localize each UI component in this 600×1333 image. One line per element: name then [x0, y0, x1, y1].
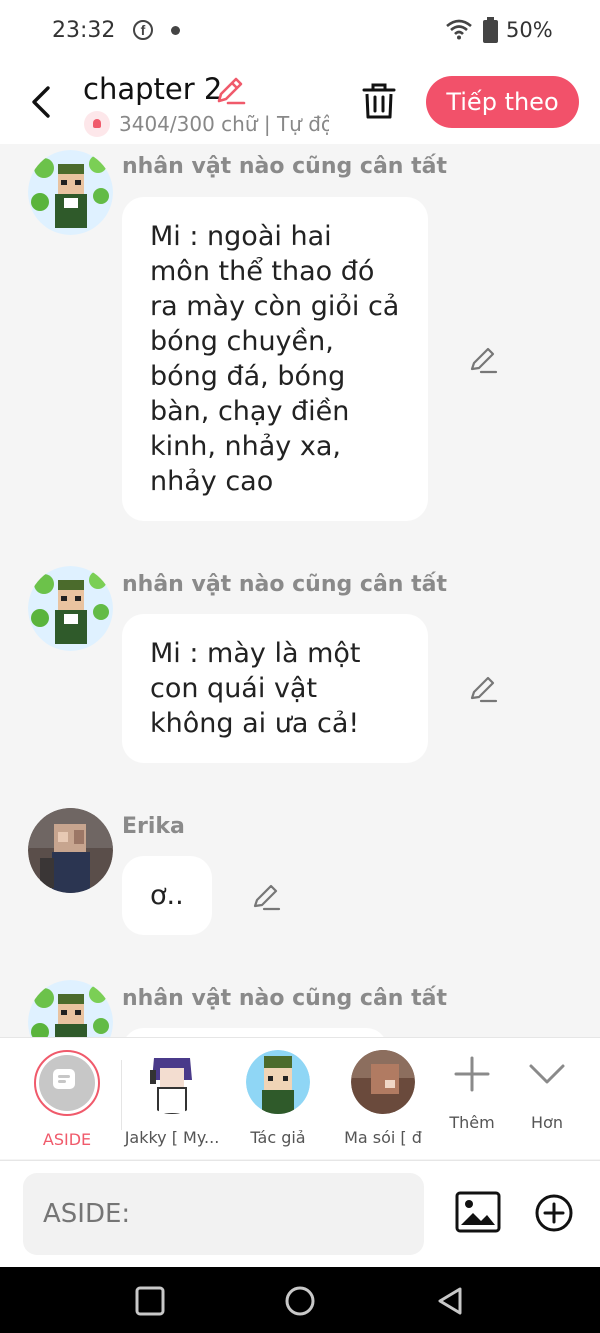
- avatar: [246, 1050, 310, 1114]
- avatar[interactable]: [28, 566, 113, 651]
- wifi-icon: [446, 19, 472, 40]
- aside-icon: [34, 1050, 100, 1116]
- trash-button[interactable]: [360, 80, 398, 122]
- message-bubble[interactable]: Mi : mày là một con quái vật không ai ưa…: [122, 614, 428, 763]
- bell-icon: [84, 111, 110, 137]
- status-time: 23:32: [52, 18, 116, 43]
- word-count: 3404/300 chữ | Tự độ: [119, 112, 329, 136]
- avatar[interactable]: [28, 808, 113, 893]
- facebook-icon: f: [133, 20, 153, 40]
- avatar: [351, 1050, 415, 1114]
- character-name: nhân vật nào cũng cân tất: [122, 572, 447, 597]
- home-icon[interactable]: [284, 1285, 316, 1317]
- chevron-down-icon: [529, 1064, 565, 1084]
- battery-icon: [483, 17, 498, 43]
- system-nav-bar: [0, 1267, 600, 1333]
- message-input[interactable]: [23, 1173, 424, 1255]
- next-button[interactable]: Tiếp theo: [426, 76, 579, 128]
- character-werewolf[interactable]: Ma sói [ đ: [333, 1050, 433, 1147]
- dot-icon: [171, 26, 180, 35]
- add-circle-icon[interactable]: [534, 1193, 574, 1233]
- character-name: Erika: [122, 814, 185, 839]
- message-bubble[interactable]: [122, 1028, 388, 1037]
- plus-icon: [454, 1056, 490, 1092]
- back-icon[interactable]: [434, 1285, 466, 1317]
- message-bubble[interactable]: ơ..: [122, 856, 212, 935]
- chat-area: nhân vật nào cũng cân tất Mi : ngoài hai…: [0, 144, 600, 1037]
- input-bar: [0, 1160, 600, 1267]
- message-bubble[interactable]: Mi : ngoài hai môn thể thao đó ra mày cò…: [122, 197, 428, 521]
- status-bar: 23:32 f 50%: [0, 0, 600, 62]
- character-label: Jakky [ My...: [124, 1128, 220, 1147]
- character-selector: ASIDE Jakky [ My... Tác giả Ma sói [đ T…: [0, 1037, 600, 1159]
- chapter-title: chapter 2: [83, 72, 223, 106]
- battery-percent: 50%: [506, 18, 553, 42]
- character-label: Tác giả: [250, 1128, 306, 1147]
- more-button[interactable]: Hơn: [497, 1050, 597, 1132]
- back-button[interactable]: [22, 80, 62, 124]
- image-icon[interactable]: [455, 1191, 501, 1233]
- character-aside[interactable]: ASIDE: [17, 1050, 117, 1149]
- pencil-icon[interactable]: [214, 74, 246, 106]
- editor-header: chapter 2 3404/300 chữ | Tự độ Tiếp theo: [0, 62, 600, 144]
- pencil-icon[interactable]: [251, 881, 281, 911]
- avatar[interactable]: [28, 150, 113, 235]
- character-label: Ma sói [ đ: [344, 1128, 422, 1147]
- character-label: Hơn: [531, 1113, 563, 1132]
- character-name: nhân vật nào cũng cân tất: [122, 986, 447, 1011]
- pencil-icon[interactable]: [468, 673, 498, 703]
- avatar: [140, 1050, 204, 1114]
- avatar[interactable]: [28, 980, 113, 1037]
- recents-icon[interactable]: [134, 1285, 166, 1317]
- character-author[interactable]: Tác giả: [228, 1050, 328, 1147]
- pencil-icon[interactable]: [468, 344, 498, 374]
- character-name: nhân vật nào cũng cân tất: [122, 154, 447, 179]
- character-label: ASIDE: [42, 1130, 92, 1149]
- character-jakky[interactable]: Jakky [ My...: [122, 1050, 222, 1147]
